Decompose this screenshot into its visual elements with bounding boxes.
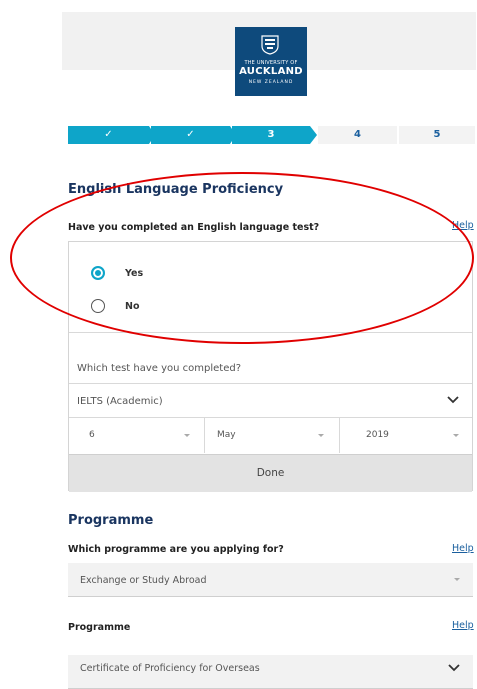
step-2[interactable]: ✓ [151, 126, 230, 144]
english-help-link[interactable]: Help [452, 220, 474, 231]
programme-section-title: Programme [68, 513, 154, 528]
english-test-panel: Yes No Which test have you completed? IE… [68, 241, 473, 492]
day-value: 6 [89, 430, 95, 440]
programme-help-link[interactable]: Help [452, 543, 474, 554]
divider [69, 332, 472, 333]
check-icon: ✓ [186, 129, 195, 140]
step-1[interactable]: ✓ [68, 126, 149, 144]
university-logo[interactable]: THE UNIVERSITY OF AUCKLAND NEW ZEALAND [235, 27, 307, 96]
month-value: May [217, 430, 236, 440]
radio-yes-label[interactable]: Yes [125, 268, 143, 279]
which-test-label: Which test have you completed? [77, 363, 242, 374]
progress-steps: ✓ ✓ 3 4 5 [68, 126, 475, 144]
step-4[interactable]: 4 [318, 126, 397, 144]
step-arrow [310, 126, 317, 144]
check-icon: ✓ [104, 129, 113, 140]
english-test-question: Have you completed an English language t… [68, 222, 320, 233]
step-5[interactable]: 5 [399, 126, 475, 144]
programme-question: Which programme are you applying for? [68, 544, 284, 555]
logo-line2: AUCKLAND [239, 66, 303, 77]
month-select[interactable]: May [205, 418, 339, 453]
radio-no[interactable] [91, 299, 105, 313]
chevron-down-icon [447, 396, 459, 404]
programme-value: Exchange or Study Abroad [80, 575, 207, 586]
test-type-value: IELTS (Academic) [77, 396, 163, 407]
test-type-select[interactable]: IELTS (Academic) [69, 384, 472, 417]
programme-course-value: Certificate of Proficiency for Overseas [80, 663, 260, 674]
programme-help-link-2[interactable]: Help [452, 620, 474, 631]
caret-down-icon [318, 434, 324, 437]
programme-select[interactable]: Exchange or Study Abroad [68, 563, 473, 597]
year-value: 2019 [366, 430, 389, 440]
caret-down-icon [184, 434, 190, 437]
radio-no-label[interactable]: No [125, 301, 139, 312]
day-select[interactable]: 6 [69, 418, 204, 453]
caret-down-icon [454, 578, 460, 581]
logo-line3: NEW ZEALAND [248, 80, 294, 85]
caret-down-icon [453, 434, 459, 437]
programme-label: Programme [68, 622, 131, 633]
done-button[interactable]: Done [69, 454, 472, 492]
crest-icon [261, 35, 279, 55]
english-section-title: English Language Proficiency [68, 182, 284, 197]
programme-course-select[interactable]: Certificate of Proficiency for Overseas [68, 655, 473, 689]
year-select[interactable]: 2019 [340, 418, 472, 453]
radio-yes[interactable] [91, 266, 105, 280]
chevron-down-icon [448, 664, 460, 672]
step-3[interactable]: 3 [232, 126, 310, 144]
